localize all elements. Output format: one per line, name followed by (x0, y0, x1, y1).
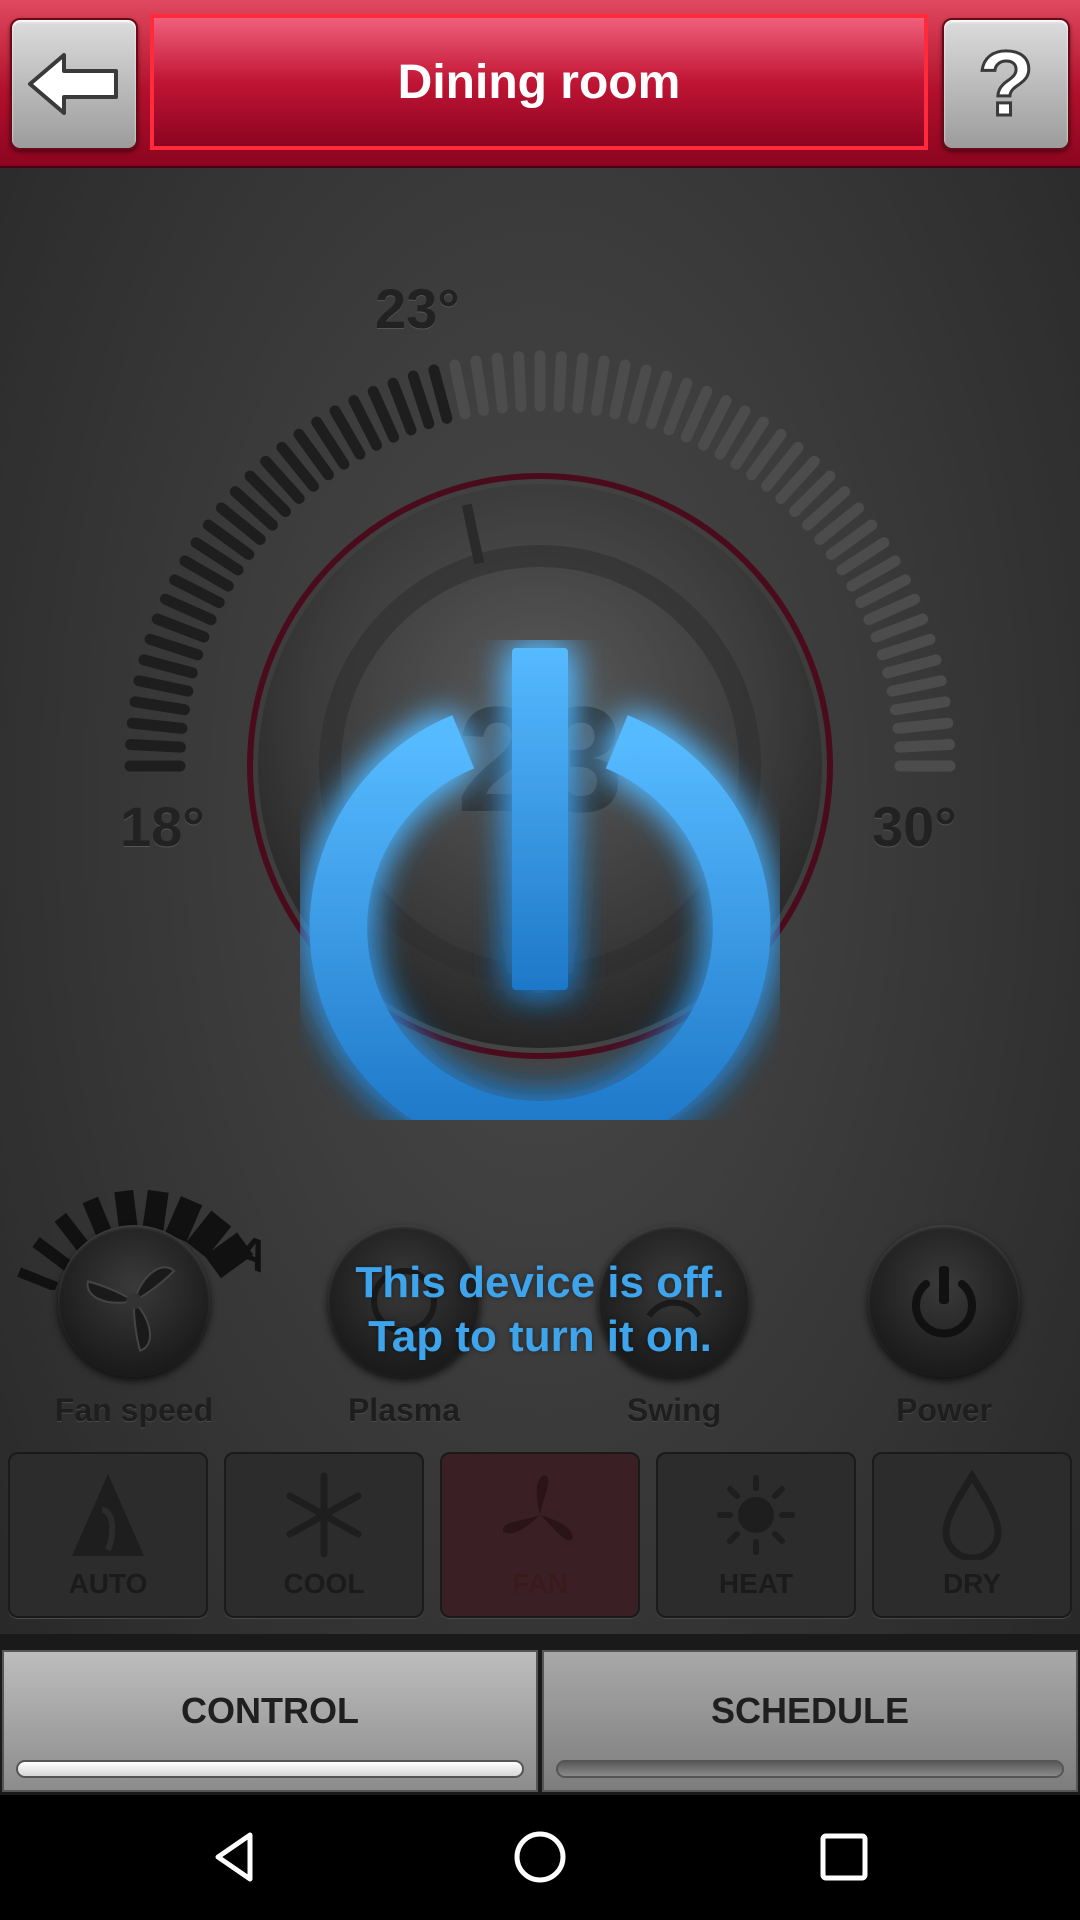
tab-control-indicator (16, 1760, 524, 1778)
dial-tick (151, 613, 210, 643)
nav-home-button[interactable] (480, 1815, 600, 1899)
dial-tick (590, 355, 610, 416)
dial-tick (129, 696, 190, 716)
dial-tick (609, 359, 631, 420)
tab-schedule-indicator (556, 1760, 1064, 1778)
dial-tick (449, 359, 471, 420)
dial-tick (572, 352, 589, 414)
dial-tick (894, 739, 955, 753)
device-off-line2: Tap to turn it on. (368, 1312, 712, 1361)
mode-dry-button[interactable]: DRY (872, 1452, 1072, 1618)
fan-speed-label: Fan speed (54, 1392, 214, 1428)
setpoint-label: 23° (375, 277, 460, 340)
plasma-label: Plasma (347, 1392, 461, 1428)
fan-speed-tick (17, 1267, 59, 1290)
mode-cool-label: COOL (283, 1568, 365, 1599)
dial-tick (367, 385, 400, 443)
dial-tick (627, 364, 652, 424)
dial-tick (882, 654, 942, 679)
auto-icon (72, 1474, 144, 1556)
dial-tick (892, 717, 954, 734)
device-off-message[interactable]: This device is off. Tap to turn it on. (240, 1256, 840, 1364)
tab-bar: CONTROL SCHEDULE (0, 1634, 1080, 1795)
snowflake-icon (286, 1472, 362, 1558)
dial-tick (470, 355, 490, 416)
header-bar: Dining room ? (0, 0, 1080, 168)
dial-tick (863, 593, 921, 626)
power-icon (309, 648, 771, 1120)
room-title-text: Dining room (397, 55, 681, 109)
dial-tick (133, 675, 194, 697)
system-nav-bar (0, 1795, 1080, 1920)
nav-back-icon (215, 1832, 253, 1882)
dial-tick (553, 351, 567, 412)
mode-fan-label: FAN (512, 1568, 568, 1599)
fan-speed-tick (186, 1210, 232, 1258)
tab-schedule-label: SCHEDULE (710, 1690, 910, 1731)
tab-control-label: CONTROL (181, 1690, 359, 1731)
nav-recents-icon (820, 1833, 868, 1881)
dial-tick (491, 352, 508, 414)
dial-tick (513, 351, 527, 412)
power-knob[interactable] (868, 1225, 1020, 1377)
mode-heat-label: HEAT (718, 1568, 794, 1599)
fan-speed-tick (32, 1237, 72, 1271)
app-screen: Dining room ? 23 23° 18° 30° (0, 0, 1080, 1795)
tab-schedule[interactable]: SCHEDULE (542, 1650, 1078, 1792)
swing-label: Swing (626, 1392, 722, 1428)
dial-tick (876, 633, 936, 661)
device-off-line1: This device is off. (355, 1258, 725, 1307)
nav-back-button[interactable] (176, 1815, 296, 1899)
nav-recents-button[interactable] (784, 1815, 904, 1899)
fan-speed-tick (165, 1196, 203, 1243)
room-title[interactable]: Dining room (150, 14, 928, 150)
mode-dry-label: DRY (942, 1568, 1002, 1599)
min-temp-label: 18° (120, 795, 205, 858)
droplet-icon (942, 1470, 1002, 1560)
max-temp-label: 30° (872, 795, 957, 858)
help-button[interactable]: ? (942, 18, 1070, 150)
mode-cool-button[interactable]: COOL (224, 1452, 424, 1618)
mode-auto-button[interactable]: AUTO (8, 1452, 208, 1618)
power-on-button[interactable] (300, 640, 780, 1120)
mode-fan-button[interactable]: FAN (440, 1452, 640, 1618)
dial-tick (138, 654, 198, 679)
fan-icon (86, 1266, 176, 1352)
mode-auto-label: AUTO (68, 1568, 148, 1599)
fan-speed-tick (142, 1189, 169, 1233)
fan-speed-knob[interactable] (58, 1225, 210, 1377)
dial-tick (125, 739, 186, 753)
dial-tick (428, 364, 453, 424)
question-mark-icon: ? (976, 33, 1035, 135)
fan-icon (503, 1475, 573, 1541)
dial-tick (126, 717, 188, 734)
dial-tick (663, 377, 693, 436)
tab-control[interactable]: CONTROL (2, 1650, 538, 1792)
dial-tick (886, 675, 947, 697)
back-button[interactable] (10, 18, 138, 150)
dial-tick (407, 370, 435, 430)
dial-tick (870, 613, 929, 643)
sun-icon (717, 1475, 795, 1555)
mode-heat-button[interactable]: HEAT (656, 1452, 856, 1618)
dial-tick (387, 377, 417, 436)
fan-speed-tick (54, 1212, 91, 1254)
dial-tick (680, 385, 713, 443)
back-arrow-icon (28, 53, 118, 115)
power-label: Power (895, 1392, 993, 1428)
dial-tick (159, 593, 217, 626)
dial-tick (144, 633, 204, 661)
dial-tick (645, 370, 673, 430)
dial-tick (890, 696, 951, 716)
nav-home-icon (514, 1831, 566, 1883)
power-icon (912, 1266, 976, 1338)
